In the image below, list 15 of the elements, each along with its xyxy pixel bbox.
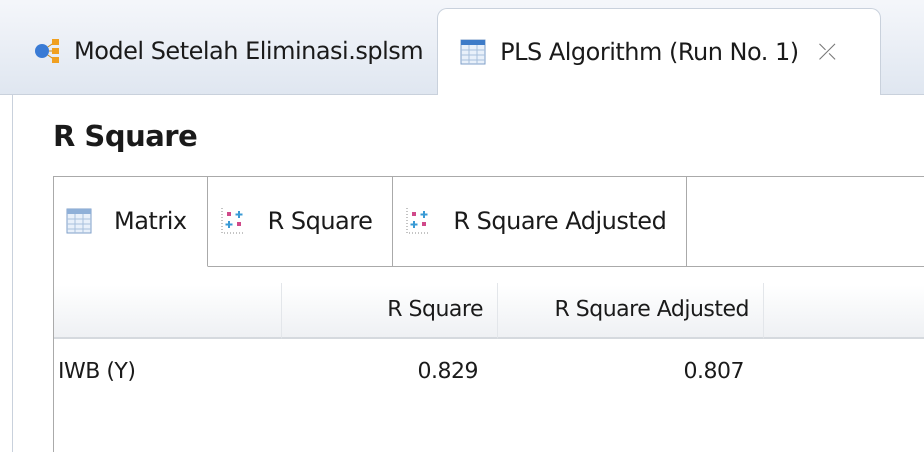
close-icon[interactable]: ⤫ <box>818 36 836 68</box>
table-cell-text: 0.807 <box>682 358 745 386</box>
column-header: R Square Adjusted <box>498 282 764 339</box>
table-icon <box>66 208 92 234</box>
view-tab[interactable]: R Square Adjusted <box>393 176 688 267</box>
node-graph-icon <box>34 38 60 64</box>
view-tab[interactable]: R Square <box>208 176 394 267</box>
section-title: R Square <box>53 119 198 154</box>
table-icon <box>460 39 486 65</box>
editor-tab[interactable]: PLS Algorithm (Run No. 1) ⤫ <box>437 8 882 95</box>
table-cell-text: 0.829 <box>416 358 479 386</box>
editor-tab[interactable]: Model Setelah Eliminasi.splsm <box>12 8 438 94</box>
scatter-chart-icon <box>220 207 246 236</box>
row-header: IWB (Y) <box>57 358 136 386</box>
column-header: R Square <box>282 282 498 339</box>
